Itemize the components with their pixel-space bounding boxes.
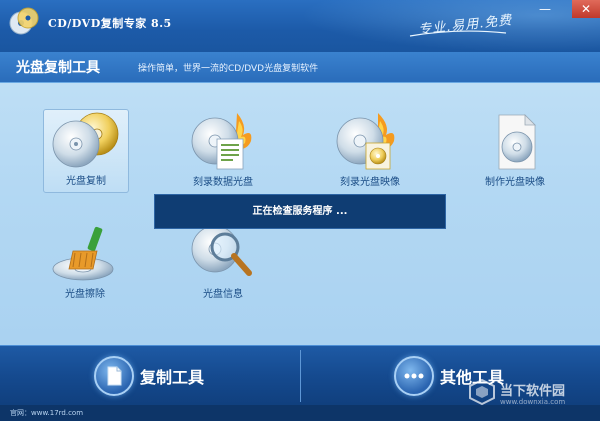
watermark: 当下软件园 www.downxia.com [468,378,598,408]
disc-copy-icon [52,112,119,168]
disc-info-icon [191,225,252,276]
tool-label: 光盘信息 [203,289,243,300]
tool-burn-disc-image[interactable]: 刻录光盘映像 [325,111,415,201]
tool-disc-erase[interactable]: 光盘擦除 [40,223,130,313]
tool-label: 光盘擦除 [65,289,105,300]
watermark-logo-icon [469,378,495,406]
section-description: 操作简单，世界一流的CD/DVD光盘复制软件 [138,64,319,74]
disc-erase-icon [52,226,114,281]
tool-label: 制作光盘映像 [485,177,545,188]
app-window: CD/DVD复制专家 8.5 专业.易用.免费 — ✕ 光盘复制工具 操作简单，… [0,0,600,421]
slogan-swoosh-icon [409,30,507,37]
section-title: 光盘复制工具 [16,60,100,76]
tool-disc-copy[interactable]: 光盘复制 [43,109,129,193]
close-button[interactable]: ✕ [572,0,600,18]
document-icon [94,356,134,396]
close-icon: ✕ [580,2,592,16]
minimize-button[interactable]: — [534,0,556,18]
make-disc-image-icon [498,114,536,170]
watermark-url: www.downxia.com [500,398,566,406]
burn-data-disc-icon [191,113,252,170]
watermark-name: 当下软件园 [500,384,566,399]
more-icon [394,356,434,396]
status-message: 正在检查服务程序 ... [154,194,446,229]
tool-make-disc-image[interactable]: 制作光盘映像 [470,111,560,201]
tool-label: 光盘复制 [66,176,106,187]
tool-disc-info[interactable]: 光盘信息 [178,223,268,313]
copy-tools-label: 复制工具 [140,368,205,387]
title-bar[interactable]: CD/DVD复制专家 8.5 专业.易用.免费 — ✕ [0,0,600,52]
official-site-link[interactable]: 官网：www.17rd.com [10,408,83,418]
section-header: 光盘复制工具 操作简单，世界一流的CD/DVD光盘复制软件 [0,52,600,83]
tool-burn-data-disc[interactable]: 刻录数据光盘 [178,111,268,201]
tool-label: 刻录数据光盘 [193,177,253,188]
burn-disc-image-icon [336,113,395,170]
window-title: CD/DVD复制专家 8.5 [48,17,172,30]
divider [300,350,301,402]
tool-label: 刻录光盘映像 [340,177,400,188]
app-logo-icon [9,7,39,35]
